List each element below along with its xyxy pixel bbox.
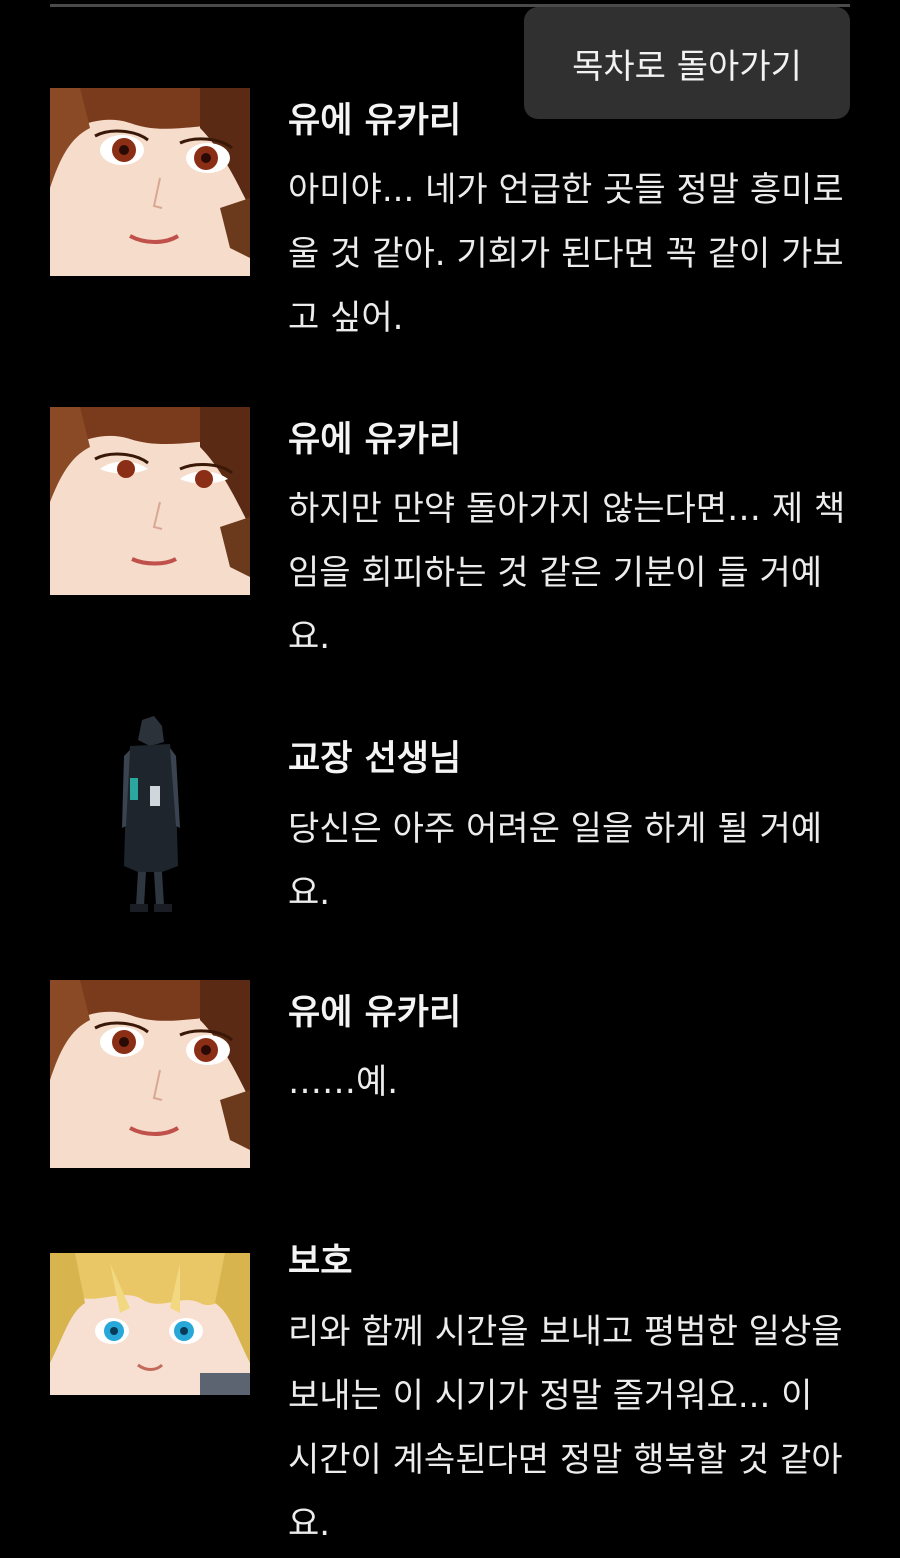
speaker-name: 유에 유카리 [288, 101, 462, 141]
boho-portrait-icon [50, 1253, 250, 1395]
back-to-toc-button[interactable]: 목차로 돌아가기 [524, 7, 850, 119]
dialogue-text: 리와 함께 시간을 보내고 평범한 일상을 보내는 이 시기가 정말 즐거워요.… [288, 1312, 843, 1544]
dialogue-text: 당신은 아주 어려운 일을 하게 될 거예요. [288, 809, 823, 913]
principal-figure-icon [50, 716, 250, 920]
dialogue-text: 아미야... 네가 언급한 곳들 정말 흥미로울 것 같아. 기회가 된다면 꼭… [288, 170, 844, 338]
speaker-name: 보호 [288, 1242, 353, 1282]
dialogue-text: ……예. [288, 1062, 399, 1102]
dialogue-text: 하지만 만약 돌아가지 않는다면… 제 책임을 회피하는 것 같은 기분이 들 … [288, 489, 846, 657]
yukari-portrait-icon [50, 407, 250, 595]
yukari-portrait-icon [50, 980, 250, 1168]
yukari-portrait-icon [50, 88, 250, 276]
speaker-name: 유에 유카리 [288, 420, 462, 460]
speaker-name: 교장 선생님 [288, 739, 462, 779]
speaker-name: 유에 유카리 [288, 993, 462, 1033]
